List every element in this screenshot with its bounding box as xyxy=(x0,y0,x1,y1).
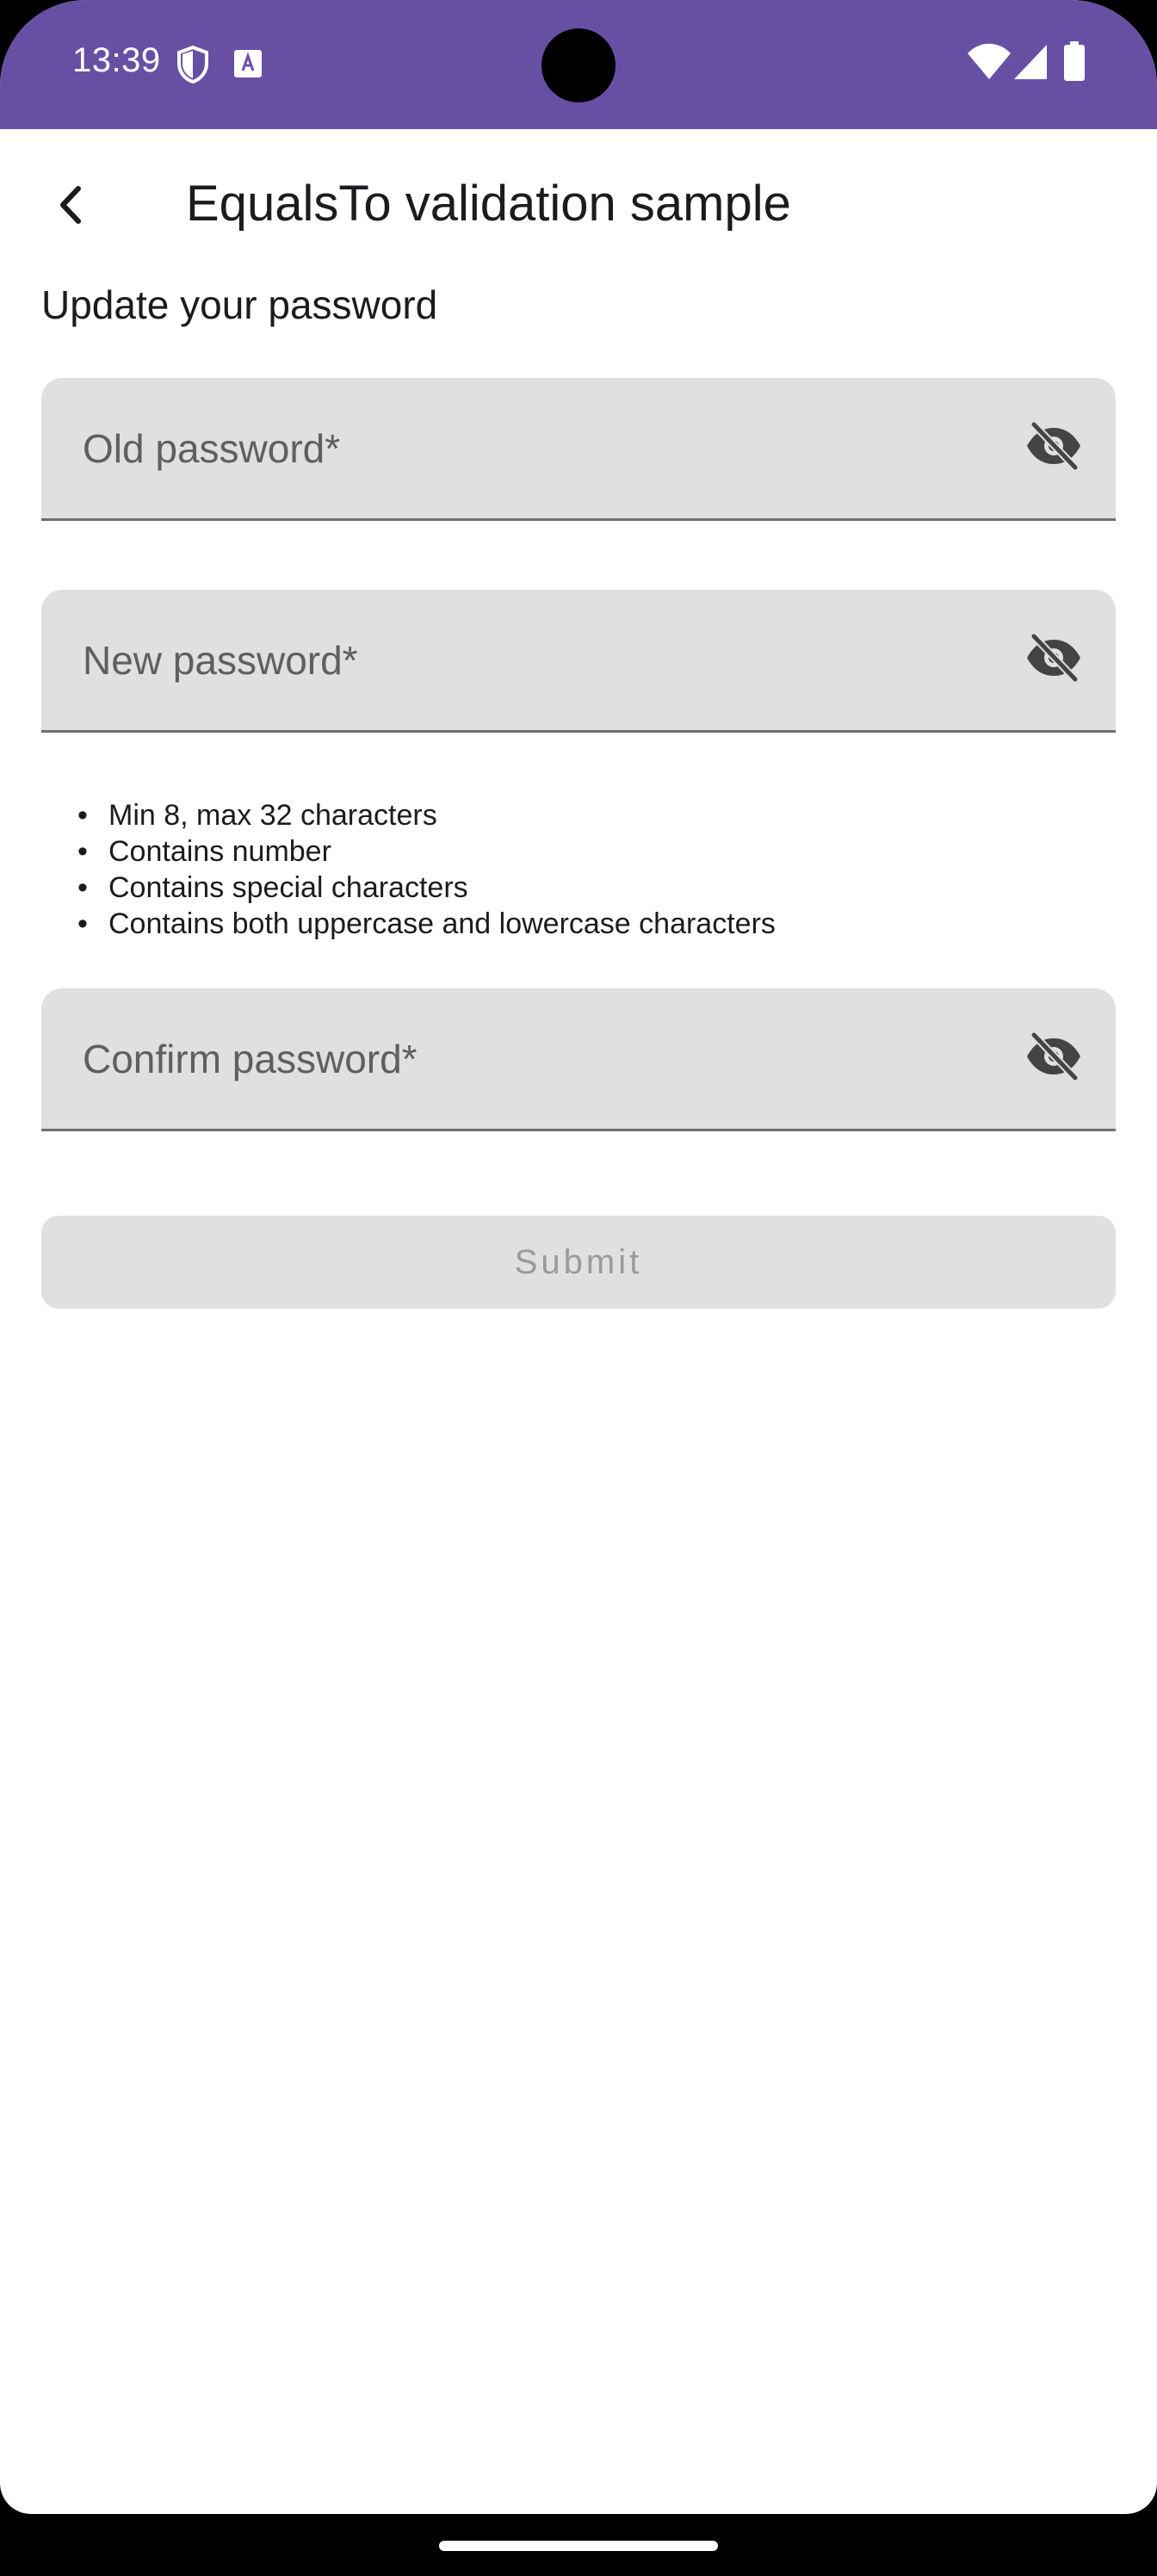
password-rule-text: Contains both uppercase and lowercase ch… xyxy=(108,907,776,940)
old-password-label: Old password* xyxy=(83,425,341,471)
app-screen: 13:39 EqualsTo validation sample Update … xyxy=(0,0,1157,2514)
password-rule-text: Contains number xyxy=(108,835,331,868)
section-title: Update your password xyxy=(41,282,438,327)
top-app-bar: EqualsTo validation sample xyxy=(0,129,1157,276)
old-password-field[interactable]: Old password* xyxy=(41,378,1116,521)
submit-button[interactable]: Submit xyxy=(41,1216,1116,1309)
confirm-password-visibility-toggle[interactable] xyxy=(1023,1028,1085,1090)
confirm-password-field[interactable]: Confirm password* xyxy=(41,988,1116,1131)
status-time: 13:39 xyxy=(72,41,161,79)
wifi-icon xyxy=(968,43,1011,84)
new-password-field[interactable]: New password* xyxy=(41,590,1116,733)
status-bar: 13:39 xyxy=(0,0,1157,129)
shield-icon xyxy=(176,45,210,89)
password-rule-item: • Contains special characters xyxy=(77,870,776,906)
back-button[interactable] xyxy=(31,166,112,247)
password-rule-item: • Contains number xyxy=(77,833,776,870)
chevron-left-icon xyxy=(54,185,89,229)
bullet: • xyxy=(77,871,88,904)
bullet: • xyxy=(77,799,88,832)
password-rule-item: • Min 8, max 32 characters xyxy=(77,797,776,833)
confirm-password-label: Confirm password* xyxy=(83,1036,418,1081)
page-title: EqualsTo validation sample xyxy=(186,176,791,232)
front-camera xyxy=(541,28,616,102)
home-indicator[interactable] xyxy=(439,2541,718,2551)
cell-signal-icon xyxy=(1014,45,1047,84)
battery-icon xyxy=(1064,41,1085,85)
keyboard-a-icon xyxy=(234,50,262,82)
new-password-label: New password* xyxy=(83,637,358,683)
eye-off-icon xyxy=(1025,1031,1082,1086)
password-rules-list: • Min 8, max 32 characters • Contains numb… xyxy=(77,797,776,942)
old-password-visibility-toggle[interactable] xyxy=(1023,418,1085,480)
bullet: • xyxy=(77,907,88,940)
eye-off-icon xyxy=(1025,632,1082,687)
password-rule-text: Contains special characters xyxy=(108,871,468,904)
password-rule-text: Min 8, max 32 characters xyxy=(108,799,437,832)
new-password-visibility-toggle[interactable] xyxy=(1023,629,1085,691)
password-rule-item: • Contains both uppercase and lowercase c… xyxy=(77,906,776,942)
eye-off-icon xyxy=(1025,420,1082,475)
bullet: • xyxy=(77,835,88,868)
